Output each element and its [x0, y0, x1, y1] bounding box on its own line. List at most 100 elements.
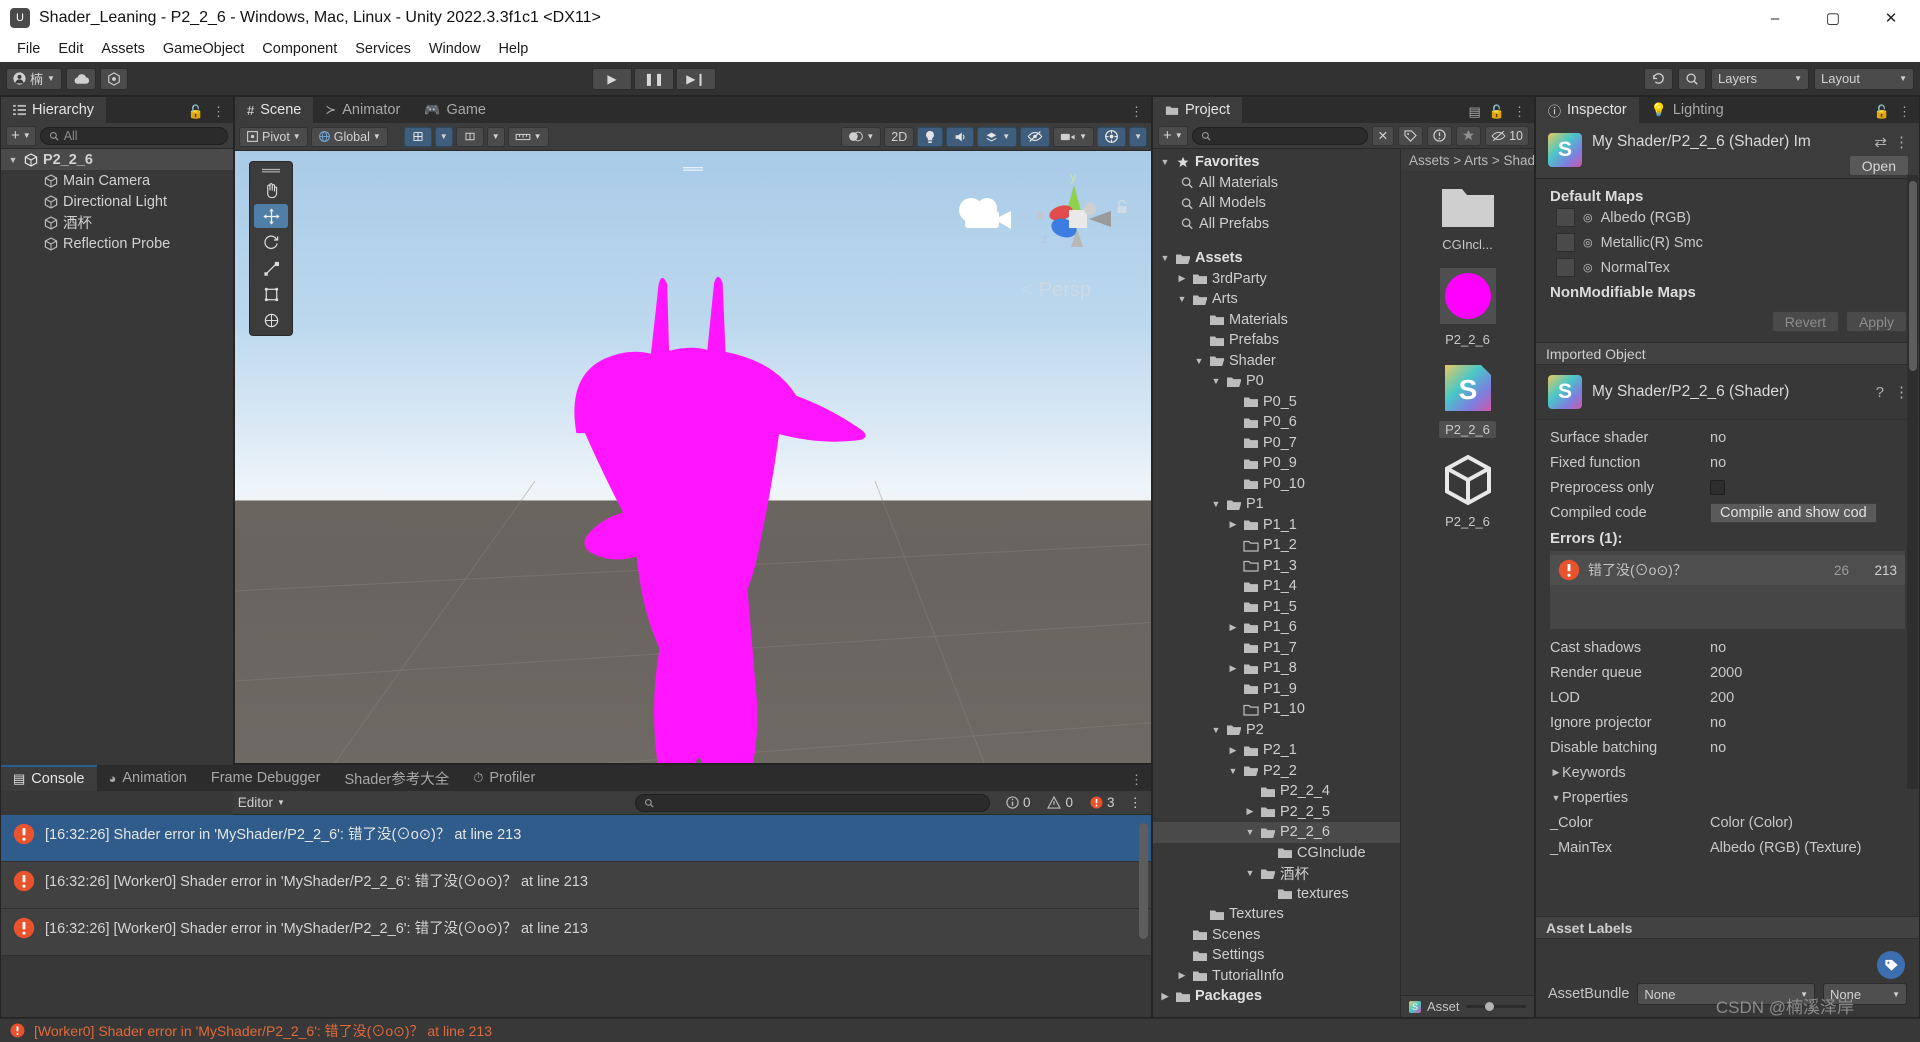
chevron-down-icon[interactable]: ▼: [1244, 827, 1256, 837]
status-bar[interactable]: [Worker0] Shader error in 'MyShader/P2_2…: [0, 1018, 1920, 1042]
move-tool-button[interactable]: [254, 204, 288, 228]
project-tree-item[interactable]: P1_2: [1153, 535, 1400, 556]
scene-grid-dropdown[interactable]: ▼: [434, 126, 453, 147]
undo-history-button[interactable]: [1643, 67, 1673, 90]
tab-game[interactable]: 🎮 Game: [412, 97, 498, 123]
console-log-entry[interactable]: [16:32:26] [Worker0] Shader error in 'My…: [1, 909, 1151, 956]
project-tree-item[interactable]: P1_3: [1153, 556, 1400, 577]
project-tree-item[interactable]: ▶ TutorialInfo: [1153, 966, 1400, 987]
menu-item-assets[interactable]: Assets: [92, 38, 154, 60]
favorite-item[interactable]: All Models: [1153, 193, 1400, 214]
object-picker-icon[interactable]: ◎: [1583, 211, 1593, 224]
scene-visibility-button[interactable]: [1020, 126, 1051, 147]
project-tree-item[interactable]: P0_9: [1153, 453, 1400, 474]
object-picker-icon[interactable]: ◎: [1583, 236, 1593, 249]
console-error-count[interactable]: 3: [1083, 794, 1122, 812]
favorite-item[interactable]: All Prefabs: [1153, 214, 1400, 235]
menu-item-component[interactable]: Component: [253, 38, 346, 60]
hierarchy-item[interactable]: ▼ P2_2_6: [1, 149, 233, 170]
scene-tool-handles[interactable]: Pivot ▼: [239, 126, 308, 147]
project-filter-label-button[interactable]: [1398, 125, 1424, 146]
project-tree-item[interactable]: P2_2_4: [1153, 781, 1400, 802]
menu-item-file[interactable]: File: [8, 38, 49, 60]
inspector-scrollbar-thumb[interactable]: [1909, 181, 1917, 371]
project-hidden-count-button[interactable]: 10: [1485, 125, 1529, 146]
error-list[interactable]: 错了没(⊙o⊙)？ 26 213: [1550, 551, 1905, 629]
tab-profiler[interactable]: ⏱ Profiler: [461, 765, 547, 791]
scene-ruler-button[interactable]: ▼: [507, 126, 549, 147]
chevron-down-icon[interactable]: ▼: [1193, 356, 1205, 366]
console-scrollbar-thumb[interactable]: [1139, 823, 1148, 939]
kebab-menu-icon[interactable]: ⋮: [1513, 104, 1526, 120]
project-tree-item[interactable]: Settings: [1153, 945, 1400, 966]
project-tree-item[interactable]: P0_7: [1153, 433, 1400, 454]
project-favorite-button[interactable]: [1456, 125, 1482, 146]
chevron-down-icon[interactable]: ▼: [1227, 766, 1239, 776]
project-tree-item[interactable]: ▼ P0: [1153, 371, 1400, 392]
transform-tool-button[interactable]: [254, 308, 288, 332]
hierarchy-item[interactable]: Directional Light: [1, 191, 233, 212]
chevron-right-icon[interactable]: ▶: [1244, 806, 1256, 817]
project-tree-item[interactable]: ▶ P1_8: [1153, 658, 1400, 679]
scene-lock-icon[interactable]: [1115, 199, 1129, 219]
project-search-input[interactable]: [1191, 126, 1368, 145]
cloud-button[interactable]: [65, 67, 96, 90]
lock-icon[interactable]: 🔓: [1489, 104, 1505, 120]
tab-scene[interactable]: # Scene: [235, 97, 314, 123]
console-search-input[interactable]: [634, 793, 990, 812]
hierarchy-item[interactable]: 酒杯: [1, 212, 233, 233]
texture-slot[interactable]: [1556, 258, 1575, 277]
menu-item-help[interactable]: Help: [489, 38, 537, 60]
scene-gizmos-dropdown[interactable]: ▼: [1129, 126, 1147, 147]
layers-dropdown[interactable]: Layers ▼: [1710, 67, 1809, 90]
revert-button[interactable]: Revert: [1771, 311, 1839, 332]
kebab-menu-icon[interactable]: ⋮: [212, 104, 225, 120]
play-button[interactable]: ▶: [591, 67, 632, 90]
project-filter-type-button[interactable]: [1427, 125, 1453, 146]
list-view-icon[interactable]: ▤: [1469, 104, 1481, 120]
project-tree-item[interactable]: CGInclude: [1153, 843, 1400, 864]
chevron-right-icon[interactable]: ▶: [1176, 970, 1188, 981]
project-tree-item[interactable]: P1_10: [1153, 699, 1400, 720]
preset-icon[interactable]: ⇄: [1874, 133, 1887, 151]
hand-tool-button[interactable]: [254, 178, 288, 202]
console-info-count[interactable]: 0: [999, 794, 1038, 812]
help-icon[interactable]: ?: [1876, 384, 1884, 401]
scene-camera-button[interactable]: ▼: [1053, 126, 1095, 147]
favorite-item[interactable]: All Materials: [1153, 173, 1400, 194]
project-tree-item[interactable]: P0_6: [1153, 412, 1400, 433]
menu-item-gameobject[interactable]: GameObject: [154, 38, 253, 60]
chevron-down-icon[interactable]: ▼: [1176, 294, 1188, 304]
chevron-right-icon[interactable]: ▶: [1176, 273, 1188, 284]
project-tree-item[interactable]: P1_5: [1153, 597, 1400, 618]
asset-grid-item[interactable]: CGIncl...: [1401, 171, 1534, 256]
scene-2d-button[interactable]: 2D: [884, 126, 915, 147]
project-tree-item[interactable]: ▼ Arts: [1153, 289, 1400, 310]
project-tree-item[interactable]: ▶ Packages: [1153, 986, 1400, 1007]
chevron-right-icon[interactable]: ▶: [1227, 622, 1239, 633]
open-button[interactable]: Open: [1848, 155, 1909, 176]
scene-tool-space[interactable]: Global ▼: [310, 126, 388, 147]
lock-icon[interactable]: 🔓: [188, 104, 204, 120]
console-log-list[interactable]: [16:32:26] Shader error in 'MyShader/P2_…: [1, 815, 1151, 1017]
texture-slot[interactable]: [1556, 208, 1575, 227]
chevron-right-icon[interactable]: ▶: [1227, 519, 1239, 530]
chevron-down-icon[interactable]: ▼: [1244, 868, 1256, 878]
scene-model-mesh[interactable]: [235, 151, 1151, 763]
chevron-down-icon[interactable]: ▼: [1159, 253, 1171, 263]
project-asset-grid[interactable]: Assets > Arts > Shad CGIncl... P2_2_6 S P2_…: [1400, 149, 1534, 1017]
project-zoom-slider[interactable]: [1465, 1002, 1526, 1011]
tab-hierarchy[interactable]: Hierarchy: [1, 97, 107, 123]
project-tree-item[interactable]: ▶ 3rdParty: [1153, 269, 1400, 290]
scene-fx-button[interactable]: ▼: [977, 126, 1018, 147]
kebab-menu-icon[interactable]: ⋮: [1898, 104, 1911, 120]
search-button[interactable]: [1677, 67, 1706, 90]
scene-shading-button[interactable]: ▼: [841, 126, 882, 147]
tab-animator[interactable]: ≻ Animator: [313, 97, 412, 123]
scene-axis-gizmo[interactable]: y x z: [1019, 163, 1129, 273]
project-search-clear-button[interactable]: ✕: [1371, 125, 1395, 146]
texture-slot[interactable]: [1556, 233, 1575, 252]
project-tree-item[interactable]: ▼ 酒杯: [1153, 863, 1400, 884]
project-tree-item[interactable]: ▶ P2_1: [1153, 740, 1400, 761]
breadcrumb[interactable]: Assets > Arts > Shad: [1401, 149, 1534, 171]
